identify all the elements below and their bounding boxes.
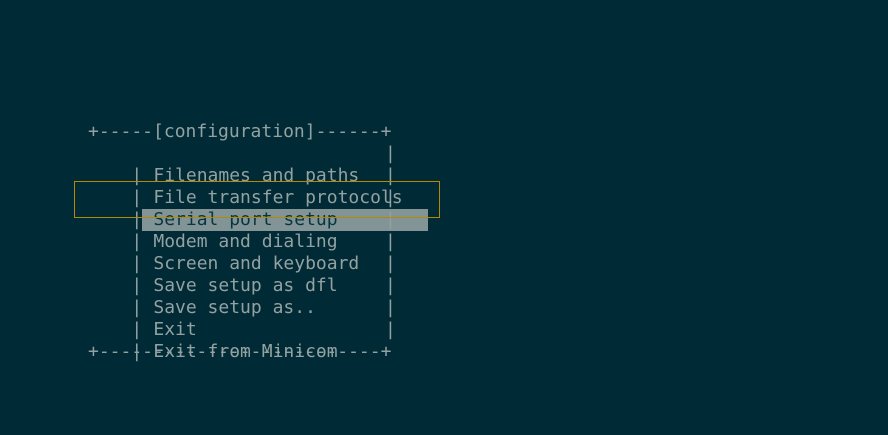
right-border: | xyxy=(385,297,396,318)
menu-item-file-transfer-protocols[interactable]: | File transfer protocols | xyxy=(88,165,402,208)
right-border: | xyxy=(385,209,396,230)
menu-top-border: +-----[configuration]------+ xyxy=(88,121,392,142)
menu-item-modem-and-dialing[interactable]: | Modem and dialing | xyxy=(88,209,400,252)
right-border: | xyxy=(385,187,396,208)
menu-item-exit[interactable]: | Exit | xyxy=(88,297,400,340)
menu-item-exit-from-minicom[interactable]: | Exit from Minicom | xyxy=(88,319,400,362)
right-border: | xyxy=(385,143,396,164)
right-border: | xyxy=(385,231,396,252)
right-border: | xyxy=(385,275,396,296)
menu-item-save-setup-as-dfl[interactable]: | Save setup as dfl | xyxy=(88,253,400,296)
configuration-menu: +-----[configuration]------+ | Filenames … xyxy=(88,121,429,363)
menu-item-serial-port-setup[interactable]: | Serial port setup | xyxy=(88,187,429,231)
right-border: | xyxy=(385,253,396,274)
menu-item-save-setup-as[interactable]: | Save setup as.. | xyxy=(88,275,400,318)
right-border: | xyxy=(385,165,396,186)
menu-item-screen-and-keyboard[interactable]: | Screen and keyboard | xyxy=(88,231,400,274)
menu-item-filenames-and-paths[interactable]: | Filenames and paths | xyxy=(88,143,400,186)
right-border: | xyxy=(385,319,396,340)
menu-bottom-border: +--------------------------+ xyxy=(88,341,392,362)
